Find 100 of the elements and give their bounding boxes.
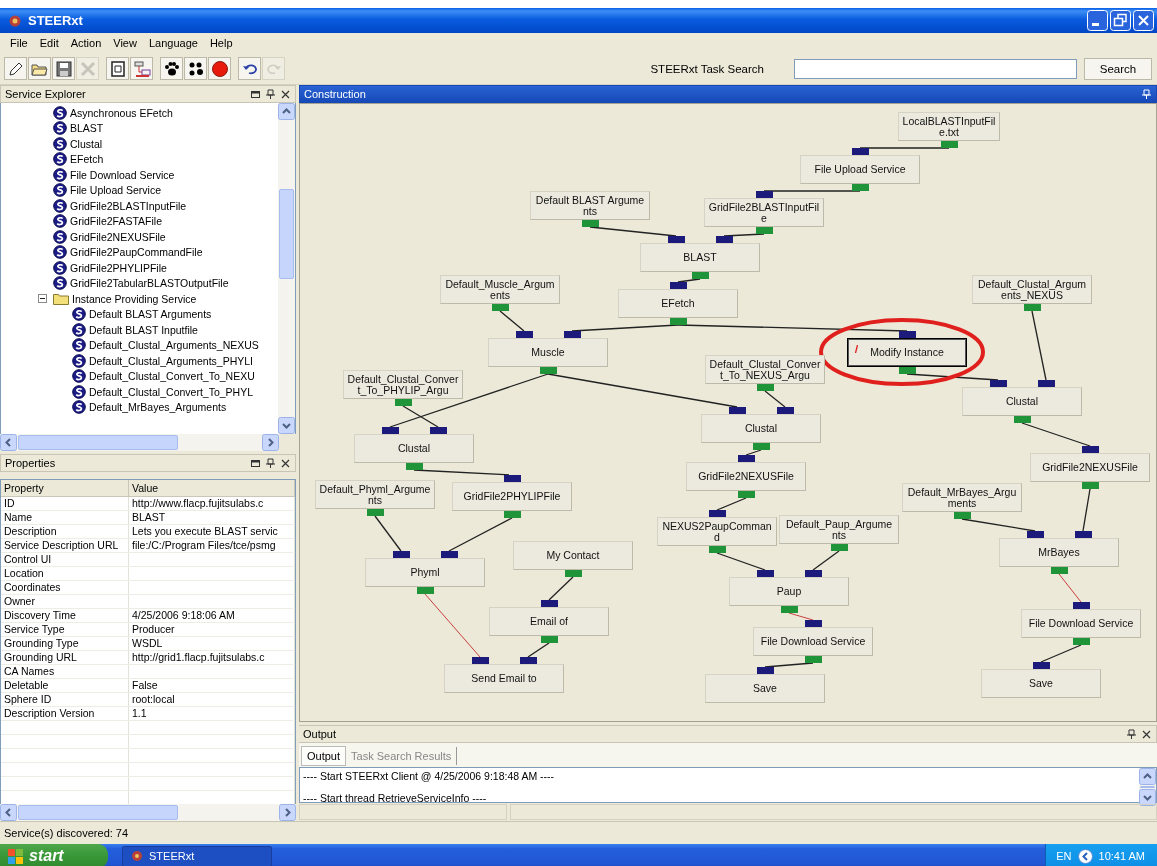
scroll-left-button[interactable] bbox=[0, 434, 17, 451]
close-icon[interactable] bbox=[280, 88, 291, 100]
minimize-button[interactable] bbox=[1087, 10, 1108, 31]
horizontal-scrollbar[interactable] bbox=[0, 434, 279, 451]
search-button[interactable]: Search bbox=[1084, 57, 1152, 80]
float-icon[interactable] bbox=[250, 457, 261, 469]
tree-item[interactable]: GridFile2PaupCommandFile bbox=[70, 246, 203, 259]
pencil-button[interactable] bbox=[4, 57, 27, 80]
scroll-down-button[interactable] bbox=[278, 417, 295, 434]
menu-item[interactable]: Language bbox=[142, 37, 204, 49]
workflow-node[interactable]: Email of bbox=[489, 607, 609, 636]
tree-item[interactable]: File Download Service bbox=[70, 168, 175, 181]
workflow-node[interactable]: GridFile2NEXUSFile bbox=[686, 462, 806, 491]
scroll-left-button[interactable] bbox=[0, 804, 17, 821]
output-port[interactable] bbox=[669, 318, 687, 325]
document-button[interactable] bbox=[106, 57, 129, 80]
tree-item[interactable]: GridFile2TabularBLASTOutputFile bbox=[70, 277, 229, 290]
input-port[interactable] bbox=[737, 455, 755, 462]
workflow-node[interactable]: Default_Clustal_Convert_To_PHYLIP_Argu bbox=[343, 370, 463, 399]
workflow-node[interactable]: Default_Phyml_Arguments bbox=[315, 480, 435, 509]
output-port[interactable] bbox=[540, 636, 558, 643]
workflow-node[interactable]: Save bbox=[705, 674, 825, 703]
workflow-node[interactable]: NEXUS2PaupCommand bbox=[657, 517, 777, 546]
output-port[interactable] bbox=[366, 509, 384, 516]
tree-item[interactable]: Default_Clustal_Convert_To_NEXU bbox=[89, 370, 255, 383]
output-port[interactable] bbox=[752, 443, 770, 450]
output-port[interactable] bbox=[756, 384, 774, 391]
output-port[interactable] bbox=[564, 570, 582, 577]
show-hidden-icons-button[interactable] bbox=[1077, 848, 1093, 864]
collapse-icon[interactable] bbox=[38, 294, 47, 304]
tree-item[interactable]: GridFile2BLASTInputFile bbox=[70, 199, 187, 212]
output-port[interactable] bbox=[851, 184, 869, 191]
workflow-node[interactable]: File Upload Service bbox=[800, 155, 920, 184]
tree-item[interactable]: GridFile2NEXUSFile bbox=[70, 230, 166, 243]
workflow-node[interactable]: Default_Muscle_Arguments bbox=[440, 275, 560, 304]
output-port[interactable] bbox=[539, 367, 557, 374]
scroll-up-button[interactable] bbox=[1139, 768, 1156, 785]
workflow-node[interactable]: Modify Instance bbox=[847, 338, 967, 367]
workflow-node[interactable]: Default_Clustal_Convert_To_NEXUS_Argu bbox=[705, 355, 825, 384]
scroll-right-button[interactable] bbox=[262, 434, 279, 451]
output-tab[interactable]: Output bbox=[301, 746, 347, 766]
input-port[interactable] bbox=[471, 657, 489, 664]
workflow-node[interactable]: GridFile2BLASTInputFile bbox=[704, 198, 824, 227]
output-port[interactable] bbox=[394, 399, 412, 406]
output-port[interactable] bbox=[1023, 304, 1041, 311]
workflow-node[interactable]: EFetch bbox=[618, 289, 738, 318]
output-port[interactable] bbox=[491, 304, 509, 311]
workflow-node[interactable]: Save bbox=[981, 669, 1101, 698]
tree-item[interactable]: Default_Clustal_Arguments_PHYLI bbox=[89, 354, 253, 367]
workflow-node[interactable]: Default_Clustal_Arguments_NEXUS bbox=[972, 275, 1092, 304]
output-port[interactable] bbox=[737, 491, 755, 498]
workflow-node[interactable]: Default_Paup_Arguments bbox=[779, 515, 899, 544]
horizontal-scrollbar[interactable] bbox=[0, 804, 296, 821]
output-port[interactable] bbox=[503, 511, 521, 518]
input-port[interactable] bbox=[515, 331, 533, 338]
input-port[interactable] bbox=[392, 551, 410, 558]
restore-button[interactable] bbox=[1110, 10, 1131, 31]
close-icon[interactable] bbox=[1141, 728, 1152, 740]
output-port[interactable] bbox=[405, 463, 423, 470]
output-port[interactable] bbox=[898, 367, 916, 374]
start-button[interactable]: start bbox=[0, 844, 108, 866]
folder-button[interactable] bbox=[28, 57, 51, 80]
workflow-node[interactable]: Send Email to bbox=[444, 664, 564, 693]
pin-icon[interactable] bbox=[1126, 728, 1137, 740]
output-port[interactable] bbox=[1050, 567, 1068, 574]
tree-item[interactable]: GridFile2FASTAFile bbox=[70, 215, 162, 228]
input-port[interactable] bbox=[804, 570, 822, 577]
column-header[interactable]: Property bbox=[1, 480, 129, 496]
workflow-node[interactable]: My Contact bbox=[513, 541, 633, 570]
workflow-node[interactable]: MrBayes bbox=[999, 538, 1119, 567]
input-port[interactable] bbox=[728, 407, 746, 414]
scroll-down-button[interactable] bbox=[1139, 789, 1156, 806]
output-port[interactable] bbox=[1081, 482, 1099, 489]
input-port[interactable] bbox=[756, 667, 774, 674]
tree-item[interactable]: Default_MrBayes_Arguments bbox=[89, 401, 227, 414]
paw-button[interactable] bbox=[160, 57, 183, 80]
tree-item[interactable]: Default BLAST Arguments bbox=[89, 308, 212, 321]
tree-item[interactable]: Default_Clustal_Arguments_NEXUS bbox=[89, 339, 259, 352]
output-port[interactable] bbox=[708, 546, 726, 553]
input-port[interactable] bbox=[667, 236, 685, 243]
input-port[interactable] bbox=[851, 148, 869, 155]
tree-item[interactable]: EFetch bbox=[70, 153, 104, 166]
input-port[interactable] bbox=[429, 427, 447, 434]
pin-icon[interactable] bbox=[265, 457, 276, 469]
workflow-node[interactable]: LocalBLASTInputFile.txt bbox=[898, 112, 1000, 141]
vertical-scrollbar[interactable] bbox=[278, 103, 295, 434]
output-port[interactable] bbox=[581, 220, 599, 227]
workflow-node[interactable]: Default_MrBayes_Arguments bbox=[902, 483, 1022, 512]
input-port[interactable] bbox=[708, 510, 726, 517]
workflow-node[interactable]: Paup bbox=[729, 577, 849, 606]
input-port[interactable] bbox=[1026, 531, 1044, 538]
tree-item[interactable]: Default_Clustal_Convert_To_PHYL bbox=[89, 385, 253, 398]
tree-item[interactable]: File Upload Service bbox=[70, 184, 162, 197]
tree-item[interactable]: GridFile2PHYLIPFile bbox=[70, 261, 167, 274]
output-port[interactable] bbox=[1013, 416, 1031, 423]
task-search-field[interactable] bbox=[794, 58, 1077, 79]
scroll-thumb[interactable] bbox=[18, 435, 178, 450]
save-button[interactable] bbox=[52, 57, 75, 80]
workflow-node[interactable]: Clustal bbox=[962, 387, 1082, 416]
close-button[interactable] bbox=[1133, 10, 1154, 31]
